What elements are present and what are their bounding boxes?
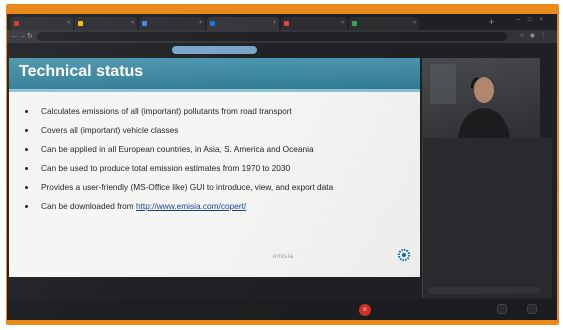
bullet-list: Calculates emissions of all (important) …	[25, 106, 415, 220]
bullet-dot-icon	[25, 110, 28, 113]
bullet-text: Can be downloaded from	[41, 201, 137, 211]
bullet-text: Can be applied in all European countries…	[41, 144, 314, 154]
presenting-chip[interactable]	[172, 46, 257, 54]
browser-tab[interactable]: ×	[11, 17, 73, 30]
tab-favicon-icon	[142, 21, 147, 26]
slide-title: Technical status	[19, 63, 144, 80]
browser-tab[interactable]: ×	[349, 17, 419, 30]
toolbar-pill[interactable]	[527, 304, 537, 314]
meeting-toolbar: ✆	[7, 300, 557, 320]
address-bar: ← → ↻ ☆◉⋮	[7, 30, 557, 43]
forward-icon[interactable]: →	[19, 31, 26, 42]
tab-favicon-icon	[284, 21, 289, 26]
bullet-text: Can be used to produce total emission es…	[41, 163, 291, 173]
chat-panel	[422, 138, 552, 298]
bullet-item: Calculates emissions of all (important) …	[25, 106, 415, 125]
close-icon[interactable]: ×	[341, 17, 344, 30]
bullet-item: Can be applied in all European countries…	[25, 144, 415, 163]
eu-emblem-icon	[396, 247, 412, 263]
close-icon[interactable]: ×	[199, 17, 202, 30]
title-accent-line	[9, 89, 420, 92]
window-controls[interactable]: –□×	[517, 17, 551, 23]
bullet-item: Can be used to produce total emission es…	[25, 163, 415, 182]
close-icon[interactable]: ×	[273, 17, 276, 30]
browser-tab[interactable]: ×	[75, 17, 137, 30]
bullet-text: Calculates emissions of all (important) …	[41, 106, 292, 116]
slide-title-band: Technical status	[9, 58, 420, 92]
reload-icon[interactable]: ↻	[27, 31, 33, 42]
chat-input[interactable]	[428, 287, 540, 294]
extension-icons[interactable]: ☆◉⋮	[519, 32, 551, 39]
bullet-text: Covers all (important) vehicle classes	[41, 125, 179, 135]
close-icon[interactable]: ×	[413, 17, 416, 30]
browser-tab[interactable]: ×	[139, 17, 205, 30]
browser-tab[interactable]: ×	[281, 17, 347, 30]
participant-video[interactable]	[422, 58, 540, 138]
tab-favicon-icon	[352, 21, 357, 26]
tab-strip: × × × × × × + –□×	[7, 14, 557, 30]
tab-favicon-icon	[210, 21, 215, 26]
bullet-dot-icon	[25, 129, 28, 132]
close-icon[interactable]: ×	[131, 17, 134, 30]
bullet-item: Provides a user-friendly (MS-Office like…	[25, 182, 415, 201]
emisia-logo: emisia	[273, 254, 294, 260]
leave-call-button[interactable]: ✆	[359, 304, 371, 316]
participant-silhouette-icon	[430, 64, 510, 138]
toolbar-pill[interactable]	[497, 304, 507, 314]
bullet-dot-icon	[25, 186, 28, 189]
back-icon[interactable]: ←	[11, 31, 18, 42]
shared-slide: Technical status Calculates emissions of…	[9, 58, 420, 277]
plus-icon[interactable]: +	[489, 16, 494, 28]
bullet-item: Can be downloaded from http://www.emisia…	[25, 201, 415, 220]
bullet-dot-icon	[25, 167, 28, 170]
browser-window: × × × × × × + –□× ← → ↻ ☆◉⋮ Technical st…	[7, 14, 557, 320]
bullet-text: Provides a user-friendly (MS-Office like…	[41, 182, 334, 192]
browser-tab-active[interactable]: ×	[207, 17, 279, 30]
close-icon[interactable]: ×	[67, 17, 70, 30]
url-input[interactable]	[37, 32, 507, 41]
bullet-item: Covers all (important) vehicle classes	[25, 125, 415, 144]
bullet-dot-icon	[25, 205, 28, 208]
phone-hangup-icon: ✆	[362, 307, 368, 313]
meeting-view: Technical status Calculates emissions of…	[7, 43, 557, 320]
photo-frame: × × × × × × + –□× ← → ↻ ☆◉⋮ Technical st…	[0, 0, 563, 330]
tab-favicon-icon	[14, 21, 19, 26]
bullet-dot-icon	[25, 148, 28, 151]
tab-favicon-icon	[78, 21, 83, 26]
download-link[interactable]: http://www.emisia.com/copert/	[136, 201, 246, 211]
